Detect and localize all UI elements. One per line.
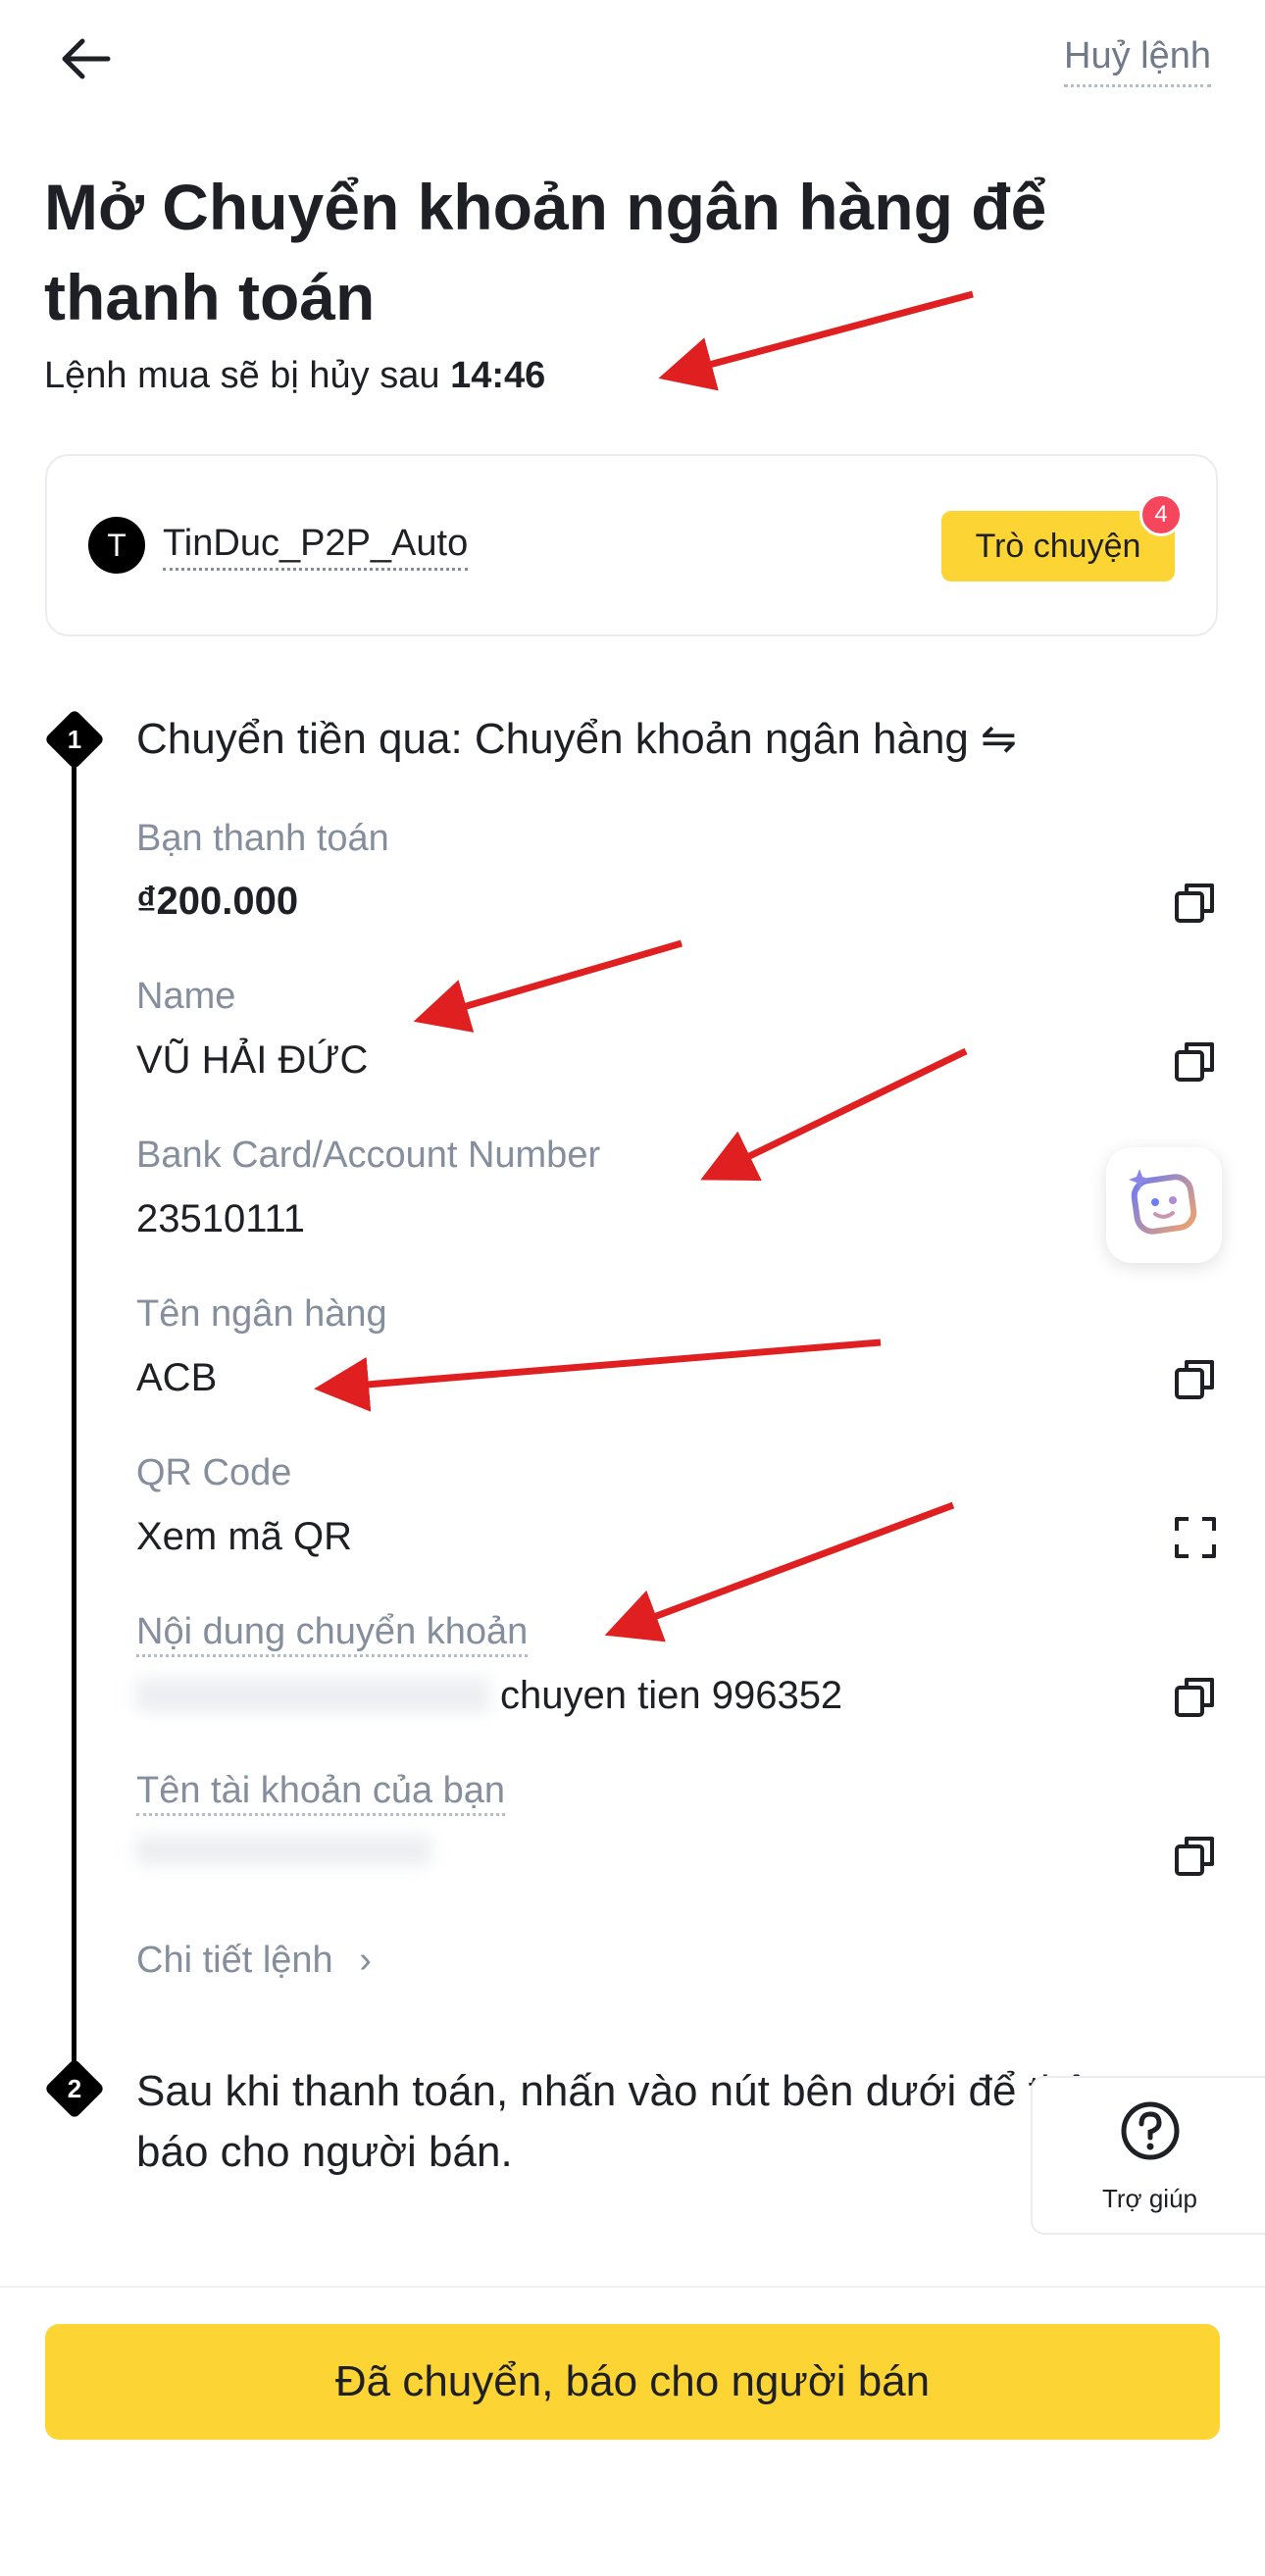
merchant-name[interactable]: TinDuc_P2P_Auto [163,521,469,571]
timeline-line [72,737,76,2091]
chevron-right-icon: › [359,1940,372,1981]
redacted-area [136,1679,489,1712]
account-number-label: Bank Card/Account Number [136,1135,601,1176]
copy-icon[interactable] [1173,1833,1218,1878]
cancel-order-link[interactable]: Huỷ lệnh [1064,33,1211,87]
copy-icon[interactable] [1173,880,1218,925]
countdown-time: 14:46 [450,355,546,396]
account-number-value: 23510111 [136,1197,306,1240]
amount-label: Bạn thanh toán [136,818,389,859]
copy-icon[interactable] [1173,1356,1218,1401]
order-details-label: Chi tiết lệnh [136,1940,333,1981]
page-title: Mở Chuyển khoản ngân hàng để thanh toán [44,171,1047,333]
transfer-content-value: chuyen tien 996352 [500,1674,843,1717]
redacted-area [136,1836,430,1865]
footer-divider [0,2286,1265,2288]
name-value: VŨ HẢI ĐỨC [136,1038,369,1082]
annotation-arrow [604,1501,955,1642]
view-qr-link[interactable]: Xem mã QR [136,1512,352,1561]
help-label: Trợ giúp [1101,2184,1197,2213]
annotation-arrow [413,939,683,1033]
merchant-avatar: T [88,517,145,574]
confirm-transfer-button[interactable]: Đã chuyển, báo cho người bán [45,2324,1220,2440]
unread-badge: 4 [1139,493,1183,536]
step-2-title: Sau khi thanh toán, nhấn vào nút bên dướ… [136,2067,1137,2176]
name-label: Name [136,976,236,1017]
annotation-arrow [314,1339,882,1412]
step-2-marker: 2 [43,2057,106,2120]
ai-assistant-button[interactable] [1106,1147,1222,1263]
ai-assistant-icon [1129,1169,1197,1235]
amount-value: ₫200.000 [136,880,299,923]
merchant-card: T TinDuc_P2P_Auto Trò chuyện 4 [45,454,1218,636]
back-button[interactable] [57,31,116,86]
step-1-marker: 1 [43,708,106,771]
countdown-text: Lệnh mua sẽ bị hủy sau 14:46 [44,355,545,397]
step-1-number: 1 [67,725,82,754]
qr-code-label: QR Code [136,1452,292,1493]
arrow-left-icon [62,38,111,79]
step-2-number: 2 [67,2074,82,2103]
copy-icon[interactable] [1173,1038,1218,1084]
help-button[interactable]: Trợ giúp [1031,2076,1265,2235]
copy-icon[interactable] [1173,1674,1218,1719]
countdown-prefix: Lệnh mua sẽ bị hủy sau [44,355,440,396]
chat-button-label: Trò chuyện [975,528,1141,565]
transfer-content-label[interactable]: Nội dung chuyển khoản [136,1609,529,1657]
chat-button[interactable]: Trò chuyện 4 [941,493,1183,581]
bank-name-value: ACB [136,1356,218,1399]
annotation-arrow [700,1047,968,1182]
bank-name-label: Tên ngân hàng [136,1293,387,1335]
your-account-name-label[interactable]: Tên tài khoản của bạn [136,1768,506,1816]
question-circle-icon [1121,2101,1180,2160]
order-details-link[interactable]: Chi tiết lệnh › [136,1940,372,1982]
step-1-title[interactable]: Chuyển tiền qua: Chuyển khoản ngân hàng … [136,709,1017,770]
expand-icon[interactable] [1173,1515,1218,1560]
